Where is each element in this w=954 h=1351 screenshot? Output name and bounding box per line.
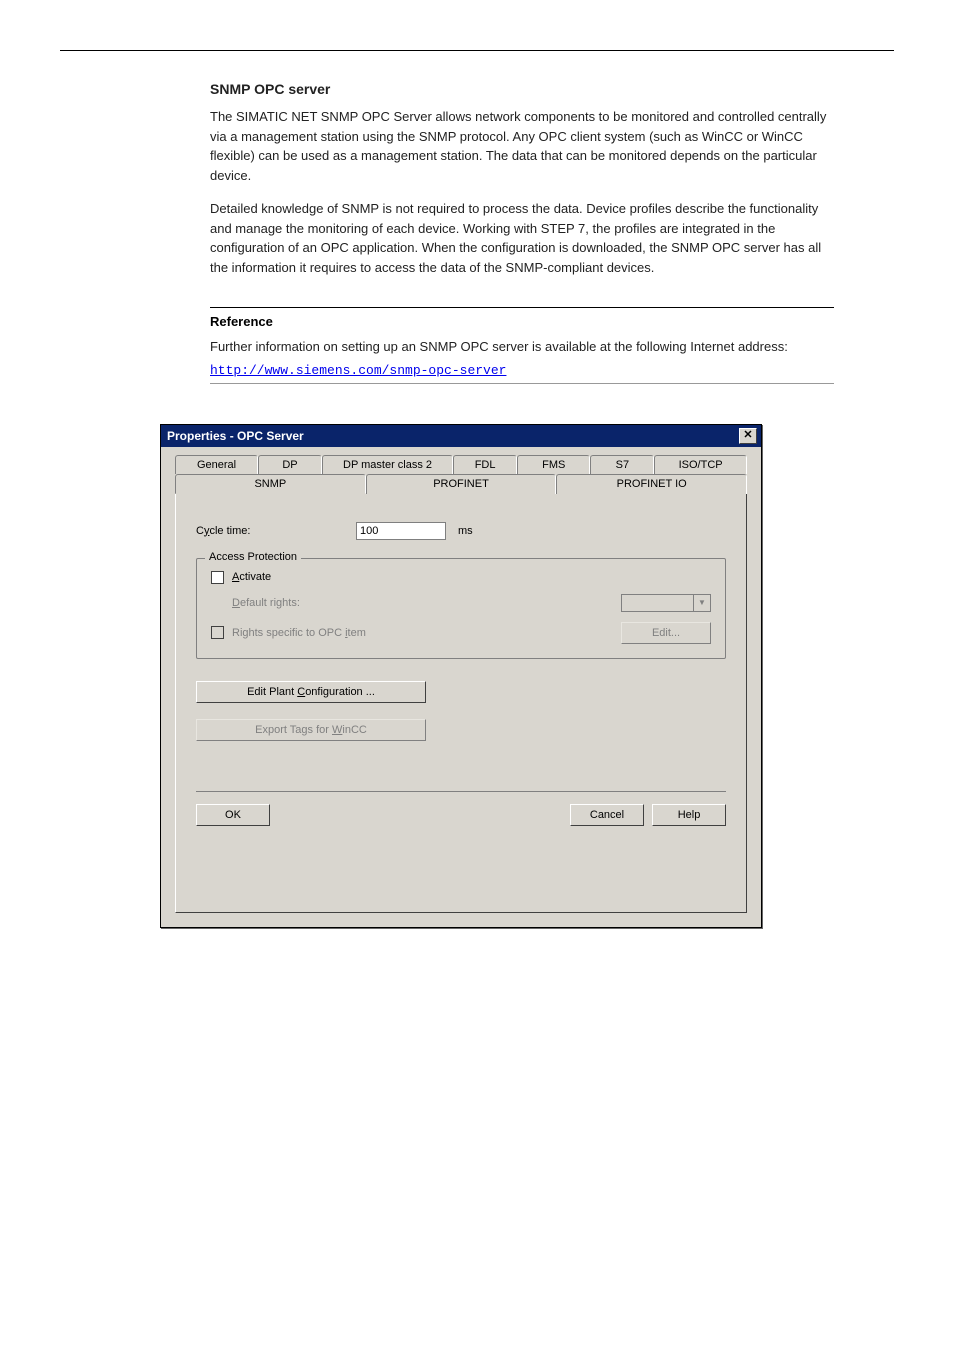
dialog-titlebar: Properties - OPC Server ✕ <box>161 425 761 447</box>
reference-text: Further information on setting up an SNM… <box>210 337 834 357</box>
top-rule <box>60 50 894 51</box>
default-rights-select: ▼ <box>621 594 711 612</box>
close-button[interactable]: ✕ <box>739 428 757 444</box>
cycle-time-label: Cycle time: <box>196 525 356 537</box>
edit-plant-config-button[interactable]: Edit Plant Configuration ... <box>196 681 426 703</box>
rights-specific-checkbox <box>211 626 224 639</box>
tab-iso-tcp[interactable]: ISO/TCP <box>654 455 747 474</box>
link-rule <box>210 383 834 384</box>
cycle-time-unit: ms <box>458 525 473 537</box>
access-protection-group: Access Protection Activate Default right… <box>196 558 726 659</box>
paragraph-2: Detailed knowledge of SNMP is not requir… <box>210 199 834 277</box>
reference-link[interactable]: http://www.siemens.com/snmp-opc-server <box>210 363 506 378</box>
tab-profinet-io[interactable]: PROFINET IO <box>556 474 747 494</box>
activate-checkbox[interactable] <box>211 571 224 584</box>
cycle-time-input[interactable] <box>356 522 446 540</box>
activate-label: Activate <box>232 571 271 583</box>
tab-profinet[interactable]: PROFINET <box>366 474 557 494</box>
default-rights-label: Default rights: <box>211 597 452 609</box>
tab-dp-master-class-2[interactable]: DP master class 2 <box>322 455 453 474</box>
cancel-button[interactable]: Cancel <box>570 804 644 826</box>
ok-button[interactable]: OK <box>196 804 270 826</box>
tab-fms[interactable]: FMS <box>517 455 590 474</box>
tab-general[interactable]: General <box>175 455 258 474</box>
opc-properties-dialog: Properties - OPC Server ✕ General DP DP … <box>160 424 762 928</box>
dialog-title: Properties - OPC Server <box>167 429 304 443</box>
section-title: SNMP OPC server <box>210 81 834 97</box>
tab-s7[interactable]: S7 <box>590 455 654 474</box>
export-tags-wincc-button: Export Tags for WinCC <box>196 719 426 741</box>
tab-snmp[interactable]: SNMP <box>175 474 366 494</box>
paragraph-1: The SIMATIC NET SNMP OPC Server allows n… <box>210 107 834 185</box>
section-rule <box>210 307 834 308</box>
chevron-down-icon: ▼ <box>693 595 710 611</box>
tab-dp[interactable]: DP <box>258 455 322 474</box>
tab-fdl[interactable]: FDL <box>453 455 517 474</box>
access-protection-legend: Access Protection <box>205 551 301 563</box>
rights-specific-label: Rights specific to OPC item <box>232 627 366 639</box>
edit-rights-button: Edit... <box>621 622 711 644</box>
tab-panel-snmp: Cycle time: ms Access Protection Activat… <box>175 494 747 913</box>
help-button[interactable]: Help <box>652 804 726 826</box>
close-icon: ✕ <box>743 430 752 441</box>
reference-heading: Reference <box>210 314 834 329</box>
